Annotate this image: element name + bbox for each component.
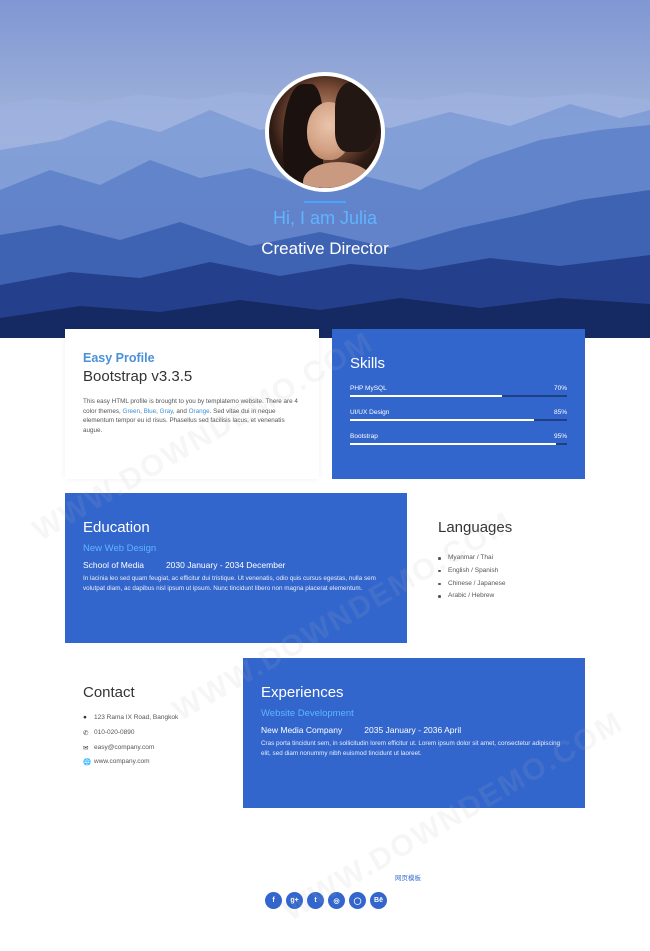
experiences-dates: 2035 January - 2036 April — [364, 725, 462, 735]
contact-list: ● 123 Rama IX Road, Bangkok ✆ 010-020-0890… — [83, 714, 212, 773]
skill-progress-fill — [350, 419, 535, 421]
contact-phone: ✆ 010-020-0890 — [83, 728, 135, 737]
contact-card: Contact ● 123 Rama IX Road, Bangkok ✆ 010-… — [65, 658, 230, 808]
skill-progress-fill — [350, 395, 502, 397]
language-item: Chinese / Japanese — [438, 580, 567, 593]
hero-role: Creative Director — [261, 239, 389, 258]
skill-progress-track — [350, 419, 567, 421]
profile-subtitle: Easy Profile — [83, 351, 155, 365]
contact-title: Contact — [83, 684, 135, 701]
skill-label: PHP MySQL — [350, 385, 387, 392]
hero-name: Hi, I am Julia — [272, 208, 378, 228]
map-marker-icon: ● — [83, 714, 87, 721]
education-card: Education New Web Design School of Media… — [65, 493, 407, 643]
google-plus-icon[interactable]: g+ — [286, 892, 303, 909]
languages-card: Languages Myanmar / Thai English / Spanis… — [420, 493, 585, 643]
skill-label: UI/UX Design — [350, 409, 390, 416]
profile-title: Bootstrap v3.3.5 — [83, 368, 193, 385]
contact-website[interactable]: 🌐 www.company.com — [83, 758, 212, 773]
languages-list: Myanmar / Thai English / Spanish Chinese /… — [438, 554, 567, 605]
theme-gray-link[interactable]: Gray — [160, 408, 173, 415]
avatar — [265, 72, 385, 192]
education-school: School of Media — [83, 560, 144, 570]
experiences-text: Cras porta tincidunt sem, in sollicitudi… — [261, 740, 561, 757]
theme-blue-link[interactable]: Blue — [144, 408, 157, 415]
skill-progress-track — [350, 395, 567, 397]
envelope-icon: ✉ — [83, 744, 89, 752]
github-icon[interactable]: ◯ — [349, 892, 366, 909]
experiences-card: Experiences Website Development New Medi… — [243, 658, 585, 808]
experiences-subtitle: Website Development — [261, 708, 354, 719]
skill-percent: 70% — [553, 385, 567, 392]
contact-email[interactable]: ✉ easy@company.com — [83, 744, 212, 759]
behance-icon[interactable]: Bē — [370, 892, 387, 909]
skills-card: Skills PHP MySQL 70% UI/UX Design 85% Bootst… — [332, 329, 585, 479]
phone-icon: ✆ — [83, 729, 89, 737]
hero-divider — [304, 201, 346, 203]
twitter-icon[interactable]: t — [307, 892, 324, 909]
experiences-row: New Media Company 2035 January - 2036 Apr… — [261, 725, 567, 735]
facebook-icon[interactable]: f — [265, 892, 282, 909]
education-row: School of Media 2030 January - 2034 Decem… — [83, 560, 389, 570]
profile-text: This easy HTML profile is brought to you… — [83, 398, 298, 434]
language-item: English / Spanish — [438, 567, 567, 580]
hero-banner: Hi, I am Julia Creative Director — [0, 0, 650, 338]
skill-progress-track — [350, 443, 567, 445]
skill-percent: 85% — [553, 409, 567, 416]
social-icons: f g+ t ◎ ◯ Bē — [265, 892, 387, 909]
language-item: Arabic / Hebrew — [438, 592, 567, 605]
experiences-title: Experiences — [261, 684, 344, 701]
education-title: Education — [83, 519, 150, 536]
languages-title: Languages — [438, 519, 513, 536]
footer-link[interactable]: 网页模板 — [395, 872, 421, 882]
skills-title: Skills — [350, 355, 386, 372]
theme-orange-link[interactable]: Orange — [189, 408, 210, 415]
language-item: Myanmar / Thai — [438, 554, 567, 567]
contact-address: ● 123 Rama IX Road, Bangkok — [83, 714, 179, 721]
education-dates: 2030 January - 2034 December — [165, 560, 286, 570]
dribbble-icon[interactable]: ◎ — [328, 892, 345, 909]
skill-row: UI/UX Design 85% — [350, 406, 567, 430]
education-text: In lacinia leo sed quam feugiat, ac effi… — [83, 575, 376, 592]
skill-percent: 95% — [553, 433, 567, 440]
skill-row: Bootstrap 95% — [350, 430, 567, 454]
education-subtitle: New Web Design — [83, 543, 157, 554]
theme-green-link[interactable]: Green — [123, 408, 141, 415]
skill-progress-fill — [350, 443, 557, 445]
experiences-company: New Media Company — [261, 725, 343, 735]
globe-icon: 🌐 — [83, 759, 92, 767]
skill-label: Bootstrap — [350, 433, 378, 440]
profile-card: Easy Profile Bootstrap v3.3.5 This easy … — [65, 329, 319, 479]
skill-row: PHP MySQL 70% — [350, 382, 567, 406]
